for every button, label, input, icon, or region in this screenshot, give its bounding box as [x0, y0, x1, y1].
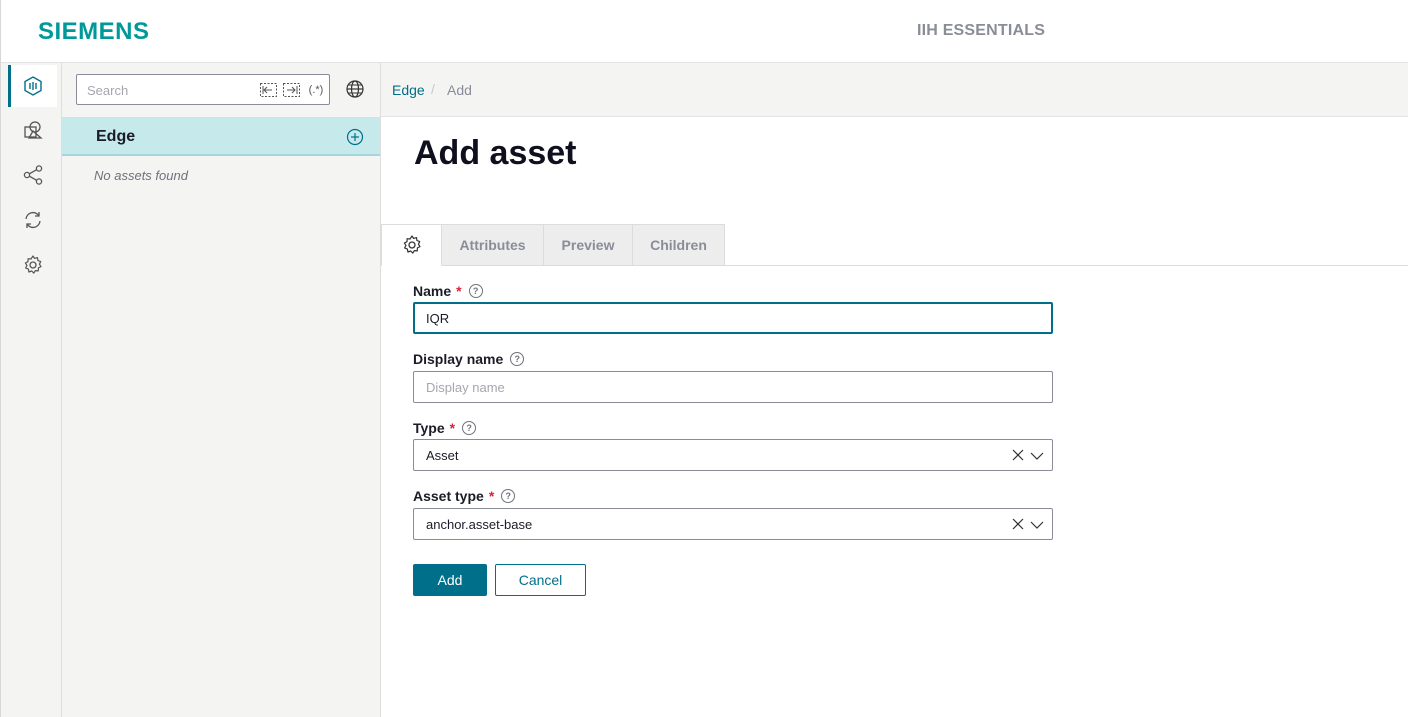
search-input[interactable] — [87, 81, 247, 99]
help-icon[interactable]: ? — [510, 352, 525, 366]
share-nodes-icon — [23, 165, 43, 185]
asset-type-select[interactable]: anchor.asset-base — [413, 508, 1053, 540]
top-bar: SIEMENS IIH ESSENTIALS — [0, 0, 1408, 63]
tab-attributes[interactable]: Attributes — [442, 224, 544, 266]
rail-item-assets[interactable] — [8, 65, 57, 107]
add-button[interactable]: Add — [413, 564, 487, 596]
help-icon[interactable]: ? — [468, 284, 483, 298]
display-name-label-text: Display name — [413, 351, 504, 367]
asset-type-select-value: anchor.asset-base — [426, 517, 533, 532]
expand-icon[interactable] — [283, 82, 300, 98]
clear-icon[interactable] — [1011, 517, 1025, 536]
tab-preview[interactable]: Preview — [544, 224, 633, 266]
search-box: (.*) — [76, 74, 330, 105]
required-marker: * — [449, 420, 456, 436]
name-label-text: Name — [413, 283, 452, 299]
cancel-button[interactable]: Cancel — [495, 564, 586, 596]
asset-model-icon — [24, 76, 42, 96]
breadcrumb: Edge / Add — [381, 63, 1408, 117]
type-select[interactable]: Asset — [413, 439, 1053, 471]
globe-icon[interactable] — [345, 79, 365, 104]
type-label: Type * ? — [413, 420, 477, 436]
regex-icon[interactable]: (.*) — [306, 82, 326, 98]
chevron-down-icon[interactable] — [1030, 449, 1044, 467]
tree-root-label: Edge — [96, 128, 136, 145]
add-circle-icon[interactable] — [346, 128, 364, 151]
tab-settings[interactable] — [381, 224, 442, 266]
rail-item-shapes[interactable] — [9, 109, 57, 151]
collapse-icon[interactable] — [260, 82, 277, 98]
rail-item-settings[interactable] — [9, 244, 57, 286]
breadcrumb-separator: / — [431, 81, 435, 97]
tab-bar: Attributes Preview Children — [381, 224, 725, 266]
rail-item-sync[interactable] — [9, 199, 57, 241]
rail-item-connections[interactable] — [9, 154, 57, 196]
type-select-value: Asset — [426, 448, 459, 463]
breadcrumb-current: Add — [447, 82, 472, 98]
app-title: IIH ESSENTIALS — [917, 22, 1046, 39]
page-title: Add asset — [414, 134, 577, 172]
breadcrumb-link-edge[interactable]: Edge — [392, 82, 425, 98]
nav-rail — [0, 63, 62, 717]
required-marker: * — [456, 283, 462, 299]
empty-state-text: No assets found — [94, 168, 188, 183]
required-marker: * — [488, 488, 495, 504]
chevron-down-icon[interactable] — [1030, 518, 1044, 536]
help-icon[interactable]: ? — [501, 489, 516, 503]
help-icon[interactable]: ? — [462, 421, 477, 435]
gear-icon — [403, 235, 421, 254]
gear-icon — [24, 255, 42, 274]
shapes-icon — [24, 121, 43, 139]
type-label-text: Type — [413, 420, 445, 436]
name-input[interactable] — [413, 302, 1053, 334]
asset-type-label: Asset type * ? — [413, 488, 516, 504]
tree-root-edge[interactable]: Edge — [62, 117, 380, 156]
asset-tree-panel: (.*) Edge No assets found — [62, 63, 381, 717]
name-label: Name * ? — [413, 283, 483, 299]
display-name-input[interactable] — [413, 371, 1053, 403]
tab-children[interactable]: Children — [633, 224, 725, 266]
asset-type-label-text: Asset type — [413, 488, 484, 504]
clear-icon[interactable] — [1011, 448, 1025, 467]
sync-icon — [25, 211, 41, 229]
display-name-label: Display name ? — [413, 351, 525, 367]
siemens-logo: SIEMENS — [38, 18, 150, 45]
